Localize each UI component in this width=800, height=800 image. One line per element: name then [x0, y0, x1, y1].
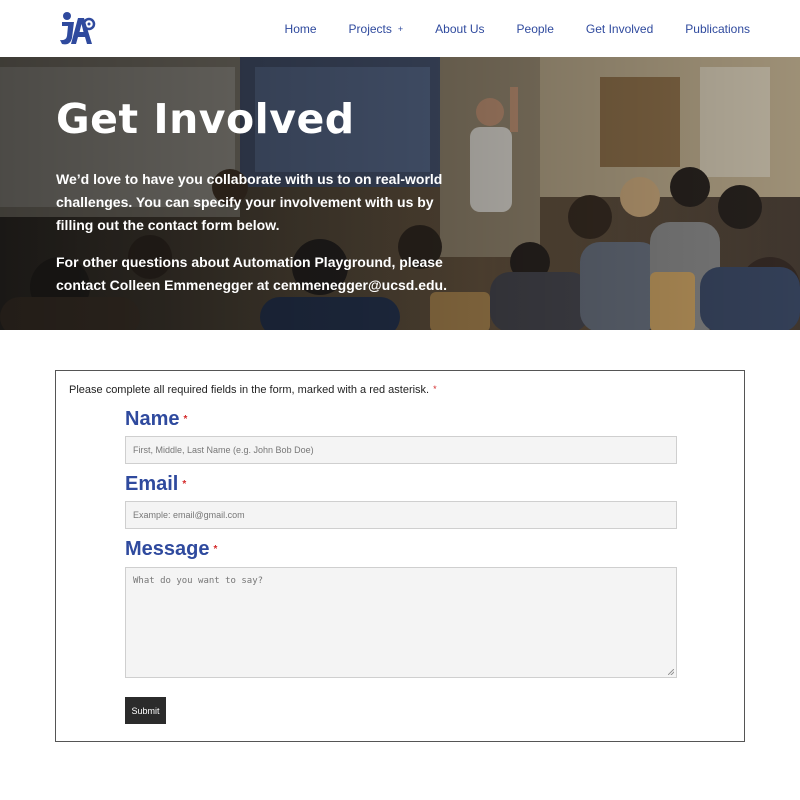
nav-about-us[interactable]: About Us [435, 22, 484, 36]
nav-home-label: Home [284, 21, 317, 36]
resize-grip-icon[interactable] [668, 669, 674, 675]
hero-banner: Get Involved We’d love to have you colla… [0, 57, 800, 330]
nav-get-involved-label: Get Involved [585, 21, 654, 36]
name-label: Name * [125, 408, 187, 431]
nav-get-involved[interactable]: Get Involved [586, 22, 653, 36]
nav-projects-label: Projects [348, 21, 392, 36]
hero-contact-text: For other questions about Automation Pla… [56, 254, 447, 293]
main-nav: Home Projects + About Us People Get Invol… [253, 0, 750, 57]
nav-home[interactable]: Home [285, 22, 317, 36]
automation-playground-logo[interactable] [56, 10, 96, 48]
nav-projects[interactable]: Projects + [349, 22, 404, 36]
submit-button[interactable]: Submit [125, 697, 166, 724]
message-textarea[interactable]: What do you want to say? [125, 567, 677, 678]
plus-dropdown-icon: + [397, 23, 404, 34]
page-title: Get Involved [56, 95, 355, 143]
nav-publications-label: Publications [685, 21, 750, 36]
contact-form: Please complete all required fields in t… [55, 370, 745, 742]
email-input[interactable]: Example: email@gmail.com [125, 501, 677, 529]
nav-publications[interactable]: Publications [685, 22, 750, 36]
form-instructions: Please complete all required fields in t… [69, 384, 437, 396]
hero-intro-text: We’d love to have you collaborate with u… [56, 171, 443, 233]
message-placeholder: What do you want to say? [133, 576, 264, 586]
nav-people[interactable]: People [517, 22, 554, 36]
required-asterisk: * [183, 414, 188, 426]
required-asterisk: * [433, 384, 437, 394]
nav-people-label: People [516, 21, 554, 36]
email-label-text: Email [125, 473, 179, 495]
form-note-text: Please complete all required fields in t… [69, 384, 430, 396]
email-label: Email * [125, 473, 186, 496]
site-header: Home Projects + About Us People Get Invol… [0, 0, 800, 57]
name-label-text: Name [125, 408, 180, 430]
required-asterisk: * [182, 479, 187, 491]
message-label: Message * [125, 538, 217, 561]
message-label-text: Message [125, 538, 210, 560]
name-input[interactable]: First, Middle, Last Name (e.g. John Bob … [125, 436, 677, 464]
nav-about-us-label: About Us [435, 21, 485, 36]
required-asterisk: * [213, 544, 218, 556]
